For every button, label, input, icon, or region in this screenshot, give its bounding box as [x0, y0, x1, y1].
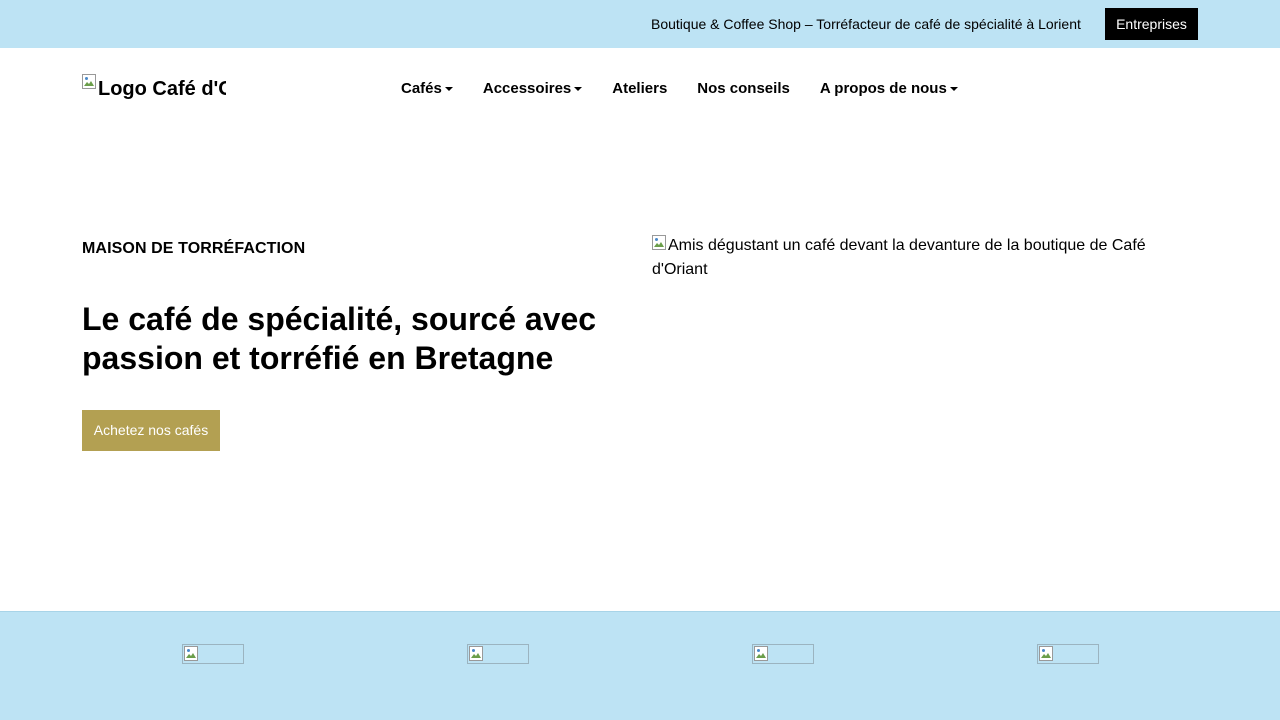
nav-item-label: Nos conseils — [697, 80, 790, 97]
nav-item-label: Ateliers — [612, 80, 668, 97]
broken-image-icon — [82, 74, 98, 90]
topbar-tagline: Boutique & Coffee Shop – Torréfacteur de… — [651, 16, 1081, 32]
business-button[interactable]: Entreprises — [1105, 8, 1198, 40]
hero-image: Amis dégustant un café devant la devantu… — [652, 234, 1198, 282]
nav-item-a-propos[interactable]: A propos de nous — [820, 79, 958, 99]
caret-down-icon — [444, 87, 453, 91]
nav-item-accessoires[interactable]: Accessoires — [482, 79, 583, 99]
caret-down-icon — [949, 87, 958, 91]
badge-strip — [0, 611, 1280, 720]
badge-image — [752, 644, 814, 664]
nav-item-label: Accessoires — [482, 80, 572, 97]
shop-coffee-button[interactable]: Achetez nos cafés — [82, 410, 220, 451]
main-nav: Cafés Accessoires Ateliers Nos conseils … — [401, 79, 958, 99]
hero-eyebrow: MAISON DE TORRÉFACTION — [82, 240, 306, 257]
logo-alt-text: Logo Café d'Oriant — [98, 78, 226, 100]
badge-image — [182, 644, 244, 664]
nav-item-label: A propos de nous — [819, 80, 947, 97]
broken-image-icon — [469, 646, 485, 662]
site-logo[interactable]: Logo Café d'Oriant — [82, 74, 226, 104]
broken-image-icon — [652, 235, 668, 251]
broken-image-icon — [1039, 646, 1055, 662]
nav-item-ateliers[interactable]: Ateliers — [612, 79, 667, 99]
caret-down-icon — [574, 87, 583, 91]
nav-item-cafes[interactable]: Cafés — [401, 79, 453, 99]
hero-headline: Le café de spécialité, sourcé avec passi… — [82, 301, 597, 376]
nav-item-conseils[interactable]: Nos conseils — [697, 79, 790, 99]
top-bar: Boutique & Coffee Shop – Torréfacteur de… — [0, 0, 1280, 48]
badge-image — [467, 644, 529, 664]
badge-image — [1037, 644, 1099, 664]
broken-image-icon — [754, 646, 770, 662]
nav-item-label: Cafés — [401, 80, 442, 97]
broken-image-icon — [184, 646, 200, 662]
hero-image-alt: Amis dégustant un café devant la devantu… — [652, 237, 1146, 278]
